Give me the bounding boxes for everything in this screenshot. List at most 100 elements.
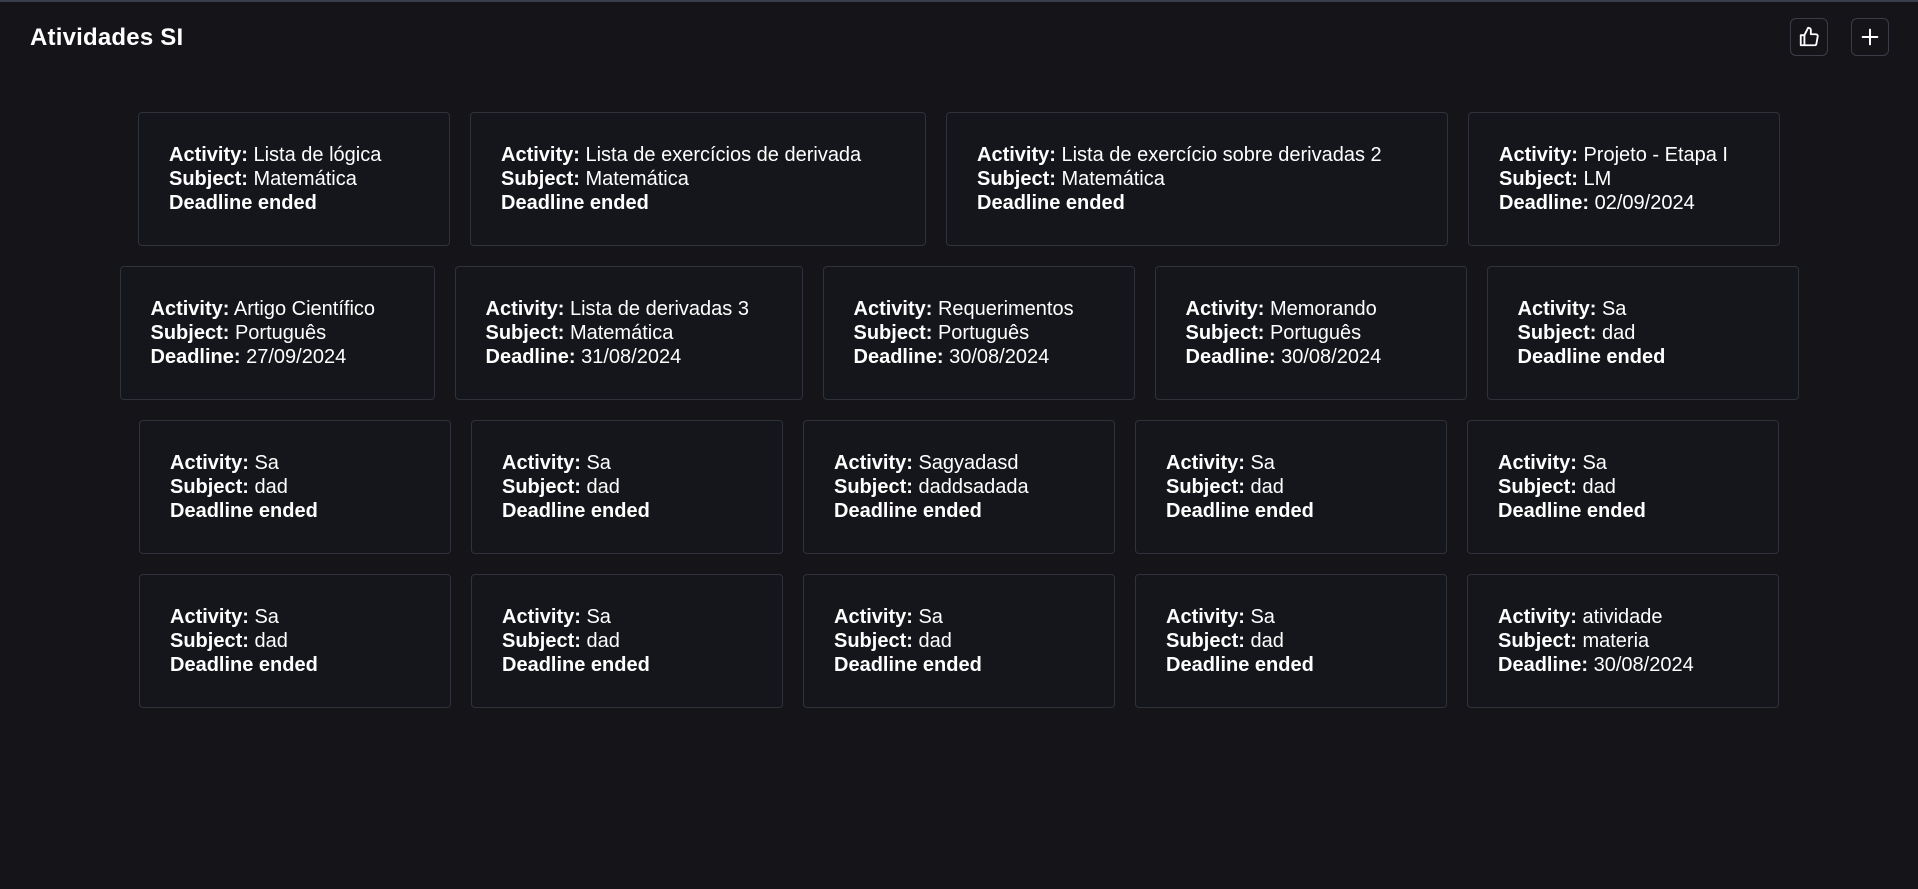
subject-name: dad bbox=[254, 630, 288, 652]
deadline-line: Deadline ended bbox=[1498, 499, 1748, 523]
subject-label: Subject: bbox=[485, 322, 565, 344]
activity-label: Activity: bbox=[1498, 606, 1577, 628]
subject-name: daddsadada bbox=[918, 476, 1029, 498]
activity-name: Lista de exercício sobre derivadas 2 bbox=[1061, 144, 1382, 166]
activity-line: Activity: Sa bbox=[170, 605, 420, 629]
subject-name: Matemática bbox=[253, 168, 357, 190]
deadline-line: Deadline: 30/08/2024 bbox=[1186, 345, 1436, 369]
activity-card[interactable]: Activity: Memorando Subject: Português Dea… bbox=[1154, 266, 1467, 400]
activity-card[interactable]: Activity: Sa Subject: dad Deadline ended bbox=[1135, 574, 1447, 708]
activity-label: Activity: bbox=[977, 144, 1056, 166]
activity-line: Activity: Sa bbox=[502, 451, 752, 475]
subject-name: dad bbox=[1250, 476, 1284, 498]
activity-line: Activity: atividade bbox=[1498, 605, 1748, 629]
activity-card[interactable]: Activity: atividade Subject: materia Deadl… bbox=[1467, 574, 1779, 708]
subject-line: Subject: dad bbox=[502, 629, 752, 653]
activity-card[interactable]: Activity: Requerimentos Subject: Portuguê… bbox=[822, 266, 1135, 400]
deadline-ended-status: Deadline ended bbox=[501, 192, 649, 214]
activity-name: Memorando bbox=[1269, 298, 1377, 320]
subject-name: Matemática bbox=[585, 168, 689, 190]
deadline-line: Deadline ended bbox=[977, 191, 1417, 215]
activity-card[interactable]: Activity: Sa Subject: dad Deadline ended bbox=[1467, 420, 1779, 554]
subject-line: Subject: Matemática bbox=[501, 167, 895, 191]
deadline-ended-status: Deadline ended bbox=[834, 500, 982, 522]
activity-name: Sa bbox=[1582, 452, 1607, 474]
activity-name: Sagyadasd bbox=[918, 452, 1019, 474]
activity-card[interactable]: Activity: Sa Subject: dad Deadline ended bbox=[471, 574, 783, 708]
subject-name: Português bbox=[937, 322, 1030, 344]
subject-name: Português bbox=[234, 322, 327, 344]
activity-name: Sa bbox=[254, 452, 279, 474]
activity-label: Activity: bbox=[170, 606, 249, 628]
subject-name: dad bbox=[254, 476, 288, 498]
activity-card[interactable]: Activity: Lista de derivadas 3 Subject: M… bbox=[454, 266, 803, 400]
deadline-line: Deadline ended bbox=[834, 499, 1084, 523]
deadline-line: Deadline ended bbox=[1166, 653, 1416, 677]
activity-card[interactable]: Activity: Artigo Científico Subject: Port… bbox=[119, 266, 435, 400]
activity-card[interactable]: Activity: Lista de lógica Subject: Matemá… bbox=[138, 112, 450, 246]
activity-card[interactable]: Activity: Lista de exercício sobre deriv… bbox=[946, 112, 1448, 246]
deadline-ended-status: Deadline ended bbox=[1166, 654, 1314, 676]
deadline-date: 02/09/2024 bbox=[1594, 192, 1695, 214]
subject-name: Matemática bbox=[1061, 168, 1165, 190]
subject-label: Subject: bbox=[502, 630, 581, 652]
subject-label: Subject: bbox=[1499, 168, 1578, 190]
activity-card[interactable]: Activity: Projeto - Etapa I Subject: LM De… bbox=[1468, 112, 1780, 246]
subject-name: Português bbox=[1269, 322, 1362, 344]
deadline-line: Deadline ended bbox=[170, 653, 420, 677]
activity-line: Activity: Sa bbox=[1518, 297, 1768, 321]
subject-label: Subject: bbox=[170, 630, 249, 652]
subject-label: Subject: bbox=[1166, 476, 1245, 498]
card-row: Activity: Sa Subject: dad Deadline ended Ac… bbox=[0, 420, 1918, 554]
activity-name: Requerimentos bbox=[937, 298, 1074, 320]
deadline-line: Deadline ended bbox=[169, 191, 419, 215]
activity-line: Activity: Lista de exercício sobre deriv… bbox=[977, 143, 1417, 167]
activity-label: Activity: bbox=[502, 606, 581, 628]
activity-label: Activity: bbox=[834, 452, 913, 474]
subject-label: Subject: bbox=[501, 168, 580, 190]
subject-line: Subject: LM bbox=[1499, 167, 1749, 191]
card-row: Activity: Lista de lógica Subject: Matemá… bbox=[0, 112, 1918, 246]
deadline-line: Deadline ended bbox=[1518, 345, 1768, 369]
subject-line: Subject: Matemática bbox=[169, 167, 419, 191]
activity-line: Activity: Lista de derivadas 3 bbox=[486, 297, 772, 321]
deadline-ended-status: Deadline ended bbox=[834, 654, 982, 676]
activity-line: Activity: Requerimentos bbox=[854, 297, 1104, 321]
deadline-label: Deadline: bbox=[485, 346, 576, 368]
activity-label: Activity: bbox=[169, 144, 248, 166]
deadline-line: Deadline: 30/08/2024 bbox=[854, 345, 1104, 369]
activity-line: Activity: Sa bbox=[1166, 451, 1416, 475]
card-row: Activity: Sa Subject: dad Deadline ended Ac… bbox=[0, 574, 1918, 708]
deadline-ended-status: Deadline ended bbox=[1166, 500, 1314, 522]
subject-label: Subject: bbox=[502, 476, 581, 498]
deadline-line: Deadline ended bbox=[501, 191, 895, 215]
subject-line: Subject: Português bbox=[151, 321, 404, 345]
activity-card[interactable]: Activity: Sa Subject: dad Deadline ended bbox=[1486, 266, 1799, 400]
activity-card[interactable]: Activity: Sa Subject: dad Deadline ended bbox=[803, 574, 1115, 708]
activity-name: Lista de derivadas 3 bbox=[569, 298, 749, 320]
activity-label: Activity: bbox=[150, 298, 230, 320]
activity-name: Sa bbox=[1601, 298, 1627, 320]
subject-name: dad bbox=[1250, 630, 1284, 652]
activity-card[interactable]: Activity: Sa Subject: dad Deadline ended bbox=[1135, 420, 1447, 554]
subject-name: dad bbox=[1601, 322, 1636, 344]
subject-line: Subject: daddsadada bbox=[834, 475, 1084, 499]
subject-line: Subject: dad bbox=[170, 629, 420, 653]
activity-name: Projeto - Etapa I bbox=[1583, 144, 1728, 166]
activity-name: Sa bbox=[586, 452, 611, 474]
activity-label: Activity: bbox=[170, 452, 249, 474]
activity-label: Activity: bbox=[485, 298, 565, 320]
activity-card[interactable]: Activity: Lista de exercícios de derivad… bbox=[470, 112, 926, 246]
subject-label: Subject: bbox=[169, 168, 248, 190]
activity-label: Activity: bbox=[853, 298, 933, 320]
activity-label: Activity: bbox=[1166, 606, 1245, 628]
subject-line: Subject: dad bbox=[834, 629, 1084, 653]
activity-label: Activity: bbox=[1185, 298, 1265, 320]
deadline-line: Deadline: 27/09/2024 bbox=[151, 345, 404, 369]
activity-card[interactable]: Activity: Sagyadasd Subject: daddsadada De… bbox=[803, 420, 1115, 554]
activity-card[interactable]: Activity: Sa Subject: dad Deadline ended bbox=[471, 420, 783, 554]
activity-line: Activity: Sa bbox=[502, 605, 752, 629]
deadline-ended-status: Deadline ended bbox=[169, 192, 317, 214]
activity-card[interactable]: Activity: Sa Subject: dad Deadline ended bbox=[139, 574, 451, 708]
activity-card[interactable]: Activity: Sa Subject: dad Deadline ended bbox=[139, 420, 451, 554]
